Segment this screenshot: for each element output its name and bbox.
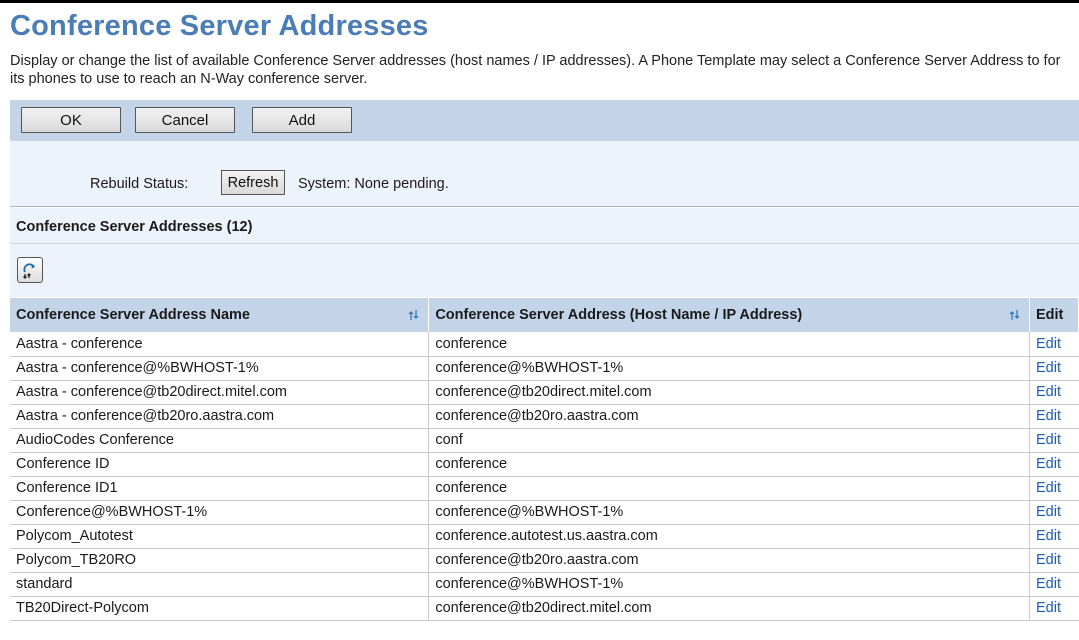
cell-name: Conference ID1 <box>10 476 430 501</box>
column-header-name[interactable]: Conference Server Address Name <box>10 298 430 332</box>
cell-address: conference@%BWHOST-1% <box>428 356 1030 381</box>
cell-address: conference@tb20ro.aastra.com <box>428 548 1030 573</box>
section-header: Conference Server Addresses (12) <box>10 208 1079 244</box>
cell-name: TB20Direct-Polycom <box>10 596 430 621</box>
column-header-edit: Edit <box>1029 298 1079 332</box>
cell-name: Polycom_TB20RO <box>10 548 430 573</box>
cell-address: conference@tb20direct.mitel.com <box>428 380 1030 405</box>
table-row: Conference@%BWHOST-1% conference@%BWHOST… <box>10 500 1079 525</box>
cell-address: conference <box>428 476 1030 501</box>
refresh-button[interactable]: Refresh <box>221 170 285 195</box>
table-header-row: Conference Server Address Name Conferenc… <box>10 298 1079 332</box>
table-row: TB20Direct-Polycom conference@tb20direct… <box>10 596 1079 621</box>
sort-order-icon[interactable] <box>17 257 43 283</box>
rebuild-status-label: Rebuild Status: <box>90 176 189 192</box>
table-row: Conference ID conference Edit <box>10 452 1079 477</box>
ok-button[interactable]: OK <box>21 107 121 133</box>
table-row: Conference ID1 conference Edit <box>10 476 1079 501</box>
rebuild-status-panel: Rebuild Status: Refresh System: None pen… <box>10 141 1079 207</box>
cell-address: conference@tb20ro.aastra.com <box>428 404 1030 429</box>
edit-link[interactable]: Edit <box>1029 452 1079 477</box>
section-title: Conference Server Addresses (12) <box>16 219 253 235</box>
table-tools-bar <box>10 244 1079 297</box>
cell-name: Conference ID <box>10 452 430 477</box>
cell-name: AudioCodes Conference <box>10 428 430 453</box>
cell-address: conference <box>428 332 1030 357</box>
cell-address: conference@tb20direct.mitel.com <box>428 596 1030 621</box>
sort-arrows-icon[interactable] <box>408 309 420 321</box>
cell-address: conference@%BWHOST-1% <box>428 572 1030 597</box>
cell-address: conference.autotest.us.aastra.com <box>428 524 1030 549</box>
column-header-address[interactable]: Conference Server Address (Host Name / I… <box>428 298 1030 332</box>
cell-address: conference <box>428 452 1030 477</box>
cell-name: Aastra - conference <box>10 332 430 357</box>
edit-link[interactable]: Edit <box>1029 428 1079 453</box>
cell-name: Conference@%BWHOST-1% <box>10 500 430 525</box>
edit-link[interactable]: Edit <box>1029 548 1079 573</box>
page-title: Conference Server Addresses <box>10 10 429 42</box>
edit-link[interactable]: Edit <box>1029 524 1079 549</box>
edit-link[interactable]: Edit <box>1029 572 1079 597</box>
sort-refresh-icon <box>23 263 35 279</box>
table-row: Aastra - conference@%BWHOST-1% conferenc… <box>10 356 1079 381</box>
table-row: standard conference@%BWHOST-1% Edit <box>10 572 1079 597</box>
edit-link[interactable]: Edit <box>1029 356 1079 381</box>
cell-name: standard <box>10 572 430 597</box>
edit-link[interactable]: Edit <box>1029 500 1079 525</box>
cancel-button[interactable]: Cancel <box>135 107 235 133</box>
page-description: Display or change the list of available … <box>10 53 1061 87</box>
conference-server-table: Conference Server Address Name Conferenc… <box>10 298 1079 621</box>
cell-name: Aastra - conference@%BWHOST-1% <box>10 356 430 381</box>
cell-address: conference@%BWHOST-1% <box>428 500 1030 525</box>
cell-name: Aastra - conference@tb20ro.aastra.com <box>10 404 430 429</box>
cell-name: Polycom_Autotest <box>10 524 430 549</box>
sort-arrows-icon[interactable] <box>1009 309 1021 321</box>
system-status-text: System: None pending. <box>298 176 449 192</box>
top-border <box>0 0 1079 3</box>
edit-link[interactable]: Edit <box>1029 380 1079 405</box>
edit-link[interactable]: Edit <box>1029 476 1079 501</box>
edit-link[interactable]: Edit <box>1029 404 1079 429</box>
cell-address: conf <box>428 428 1030 453</box>
cell-name: Aastra - conference@tb20direct.mitel.com <box>10 380 430 405</box>
table-row: Polycom_Autotest conference.autotest.us.… <box>10 524 1079 549</box>
action-toolbar: OK Cancel Add <box>10 100 1079 141</box>
table-row: Aastra - conference@tb20direct.mitel.com… <box>10 380 1079 405</box>
edit-link[interactable]: Edit <box>1029 596 1079 621</box>
table-row: Aastra - conference conference Edit <box>10 332 1079 357</box>
add-button[interactable]: Add <box>252 107 352 133</box>
table-row: AudioCodes Conference conf Edit <box>10 428 1079 453</box>
table-row: Polycom_TB20RO conference@tb20ro.aastra.… <box>10 548 1079 573</box>
table-body: Aastra - conference conference Edit Aast… <box>10 332 1079 621</box>
table-row: Aastra - conference@tb20ro.aastra.com co… <box>10 404 1079 429</box>
edit-link[interactable]: Edit <box>1029 332 1079 357</box>
